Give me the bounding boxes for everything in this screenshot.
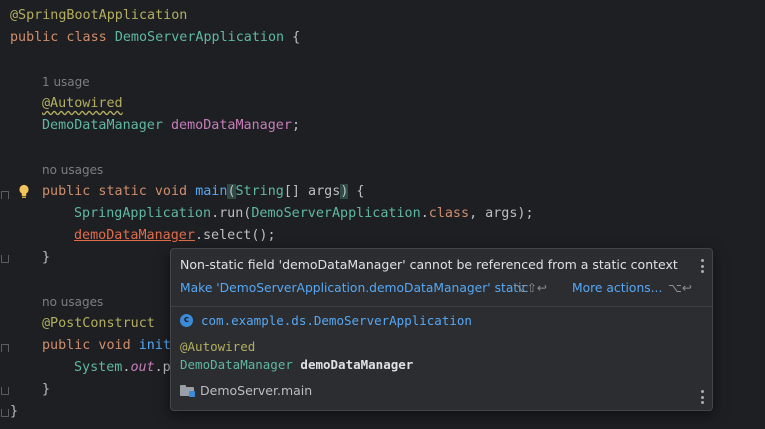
code-line-annotation: @SpringBootApplication	[10, 8, 188, 23]
usage-hint[interactable]: no usages	[42, 293, 103, 311]
decl-annotation: @Autowired	[180, 339, 256, 354]
code-line-close: }	[42, 382, 51, 397]
type-name: DemoDataManager	[180, 357, 293, 372]
keyword: public static void	[42, 184, 196, 199]
method-name: main	[195, 184, 228, 199]
class-name: DemoServerApplication	[251, 206, 421, 221]
field-name: demoDataManager	[300, 357, 414, 372]
more-options-icon[interactable]	[700, 259, 704, 273]
make-static-shortcut: ⌥⇧↩	[513, 281, 547, 295]
code-line-autowired: @Autowired	[42, 93, 123, 115]
module-folder-icon	[180, 384, 195, 397]
punct: ;	[291, 118, 300, 133]
declaration-class[interactable]: c com.example.ds.DemoServerApplication	[180, 311, 472, 329]
class-name: System	[74, 360, 123, 375]
punct: .	[420, 206, 429, 221]
code-line-field: DemoDataManager demoDataManager;	[42, 115, 300, 137]
code-line-init: public void init	[42, 335, 171, 357]
punct: {	[284, 30, 301, 45]
type-name: String	[235, 184, 284, 199]
keyword: public void	[42, 338, 139, 353]
call: .select();	[194, 228, 276, 243]
error-popup: Non-static field 'demoDataManager' canno…	[170, 248, 713, 411]
usage-hint[interactable]: 1 usage	[42, 73, 90, 91]
field-name: out	[130, 360, 155, 375]
fold-close-icon[interactable]	[1, 409, 9, 417]
type-name: DemoDataManager	[42, 118, 163, 133]
code-line-final-close: }	[10, 404, 19, 419]
code-line-postconstruct: @PostConstruct	[42, 316, 155, 331]
code-line-main: public static void main(String[] args) {	[42, 181, 365, 203]
class-fqn[interactable]: com.example.ds.DemoServerApplication	[201, 313, 472, 328]
intention-bulb-icon[interactable]	[18, 184, 30, 200]
call: .p	[154, 360, 171, 375]
module-row: DemoServer.main	[180, 381, 312, 399]
divider	[171, 306, 712, 307]
code-line-select: demoDataManager.select();	[74, 225, 276, 247]
module-name: DemoServer.main	[200, 382, 313, 398]
field-name: demoDataManager	[171, 118, 292, 133]
call: .run(	[211, 206, 252, 221]
more-actions-shortcut: ⌥↩	[668, 281, 692, 295]
params: [] args	[283, 184, 341, 199]
punct: (	[227, 184, 236, 199]
class-name: DemoServerApplication	[114, 30, 285, 45]
class-icon: c	[180, 313, 193, 327]
decl-signature: DemoDataManager demoDataManager	[180, 357, 413, 372]
call: , args);	[469, 206, 534, 221]
annotation: @Autowired	[42, 96, 123, 111]
code-line-sysout: System.out.p	[74, 357, 171, 379]
keyword: class	[428, 206, 470, 221]
code-line-close: }	[42, 250, 51, 265]
fold-close-icon[interactable]	[1, 387, 9, 395]
keyword: public class	[10, 30, 115, 45]
error-field-reference[interactable]: demoDataManager	[74, 228, 195, 243]
class-name: SpringApplication	[74, 206, 212, 221]
usage-hint[interactable]: no usages	[42, 161, 103, 179]
fold-close-icon[interactable]	[1, 255, 9, 263]
fold-open-icon[interactable]	[1, 191, 9, 199]
method-name: init	[138, 338, 171, 353]
more-actions-link[interactable]: More actions...	[572, 281, 662, 295]
code-line-run: SpringApplication.run(DemoServerApplicat…	[74, 203, 534, 225]
fold-open-icon[interactable]	[1, 344, 9, 352]
punct: {	[348, 184, 365, 199]
make-static-action[interactable]: Make 'DemoServerApplication.demoDataMana…	[180, 281, 528, 295]
more-options-icon[interactable]	[700, 390, 704, 404]
error-message: Non-static field 'demoDataManager' canno…	[180, 257, 678, 272]
code-line-class-decl: public class DemoServerApplication {	[10, 27, 300, 49]
